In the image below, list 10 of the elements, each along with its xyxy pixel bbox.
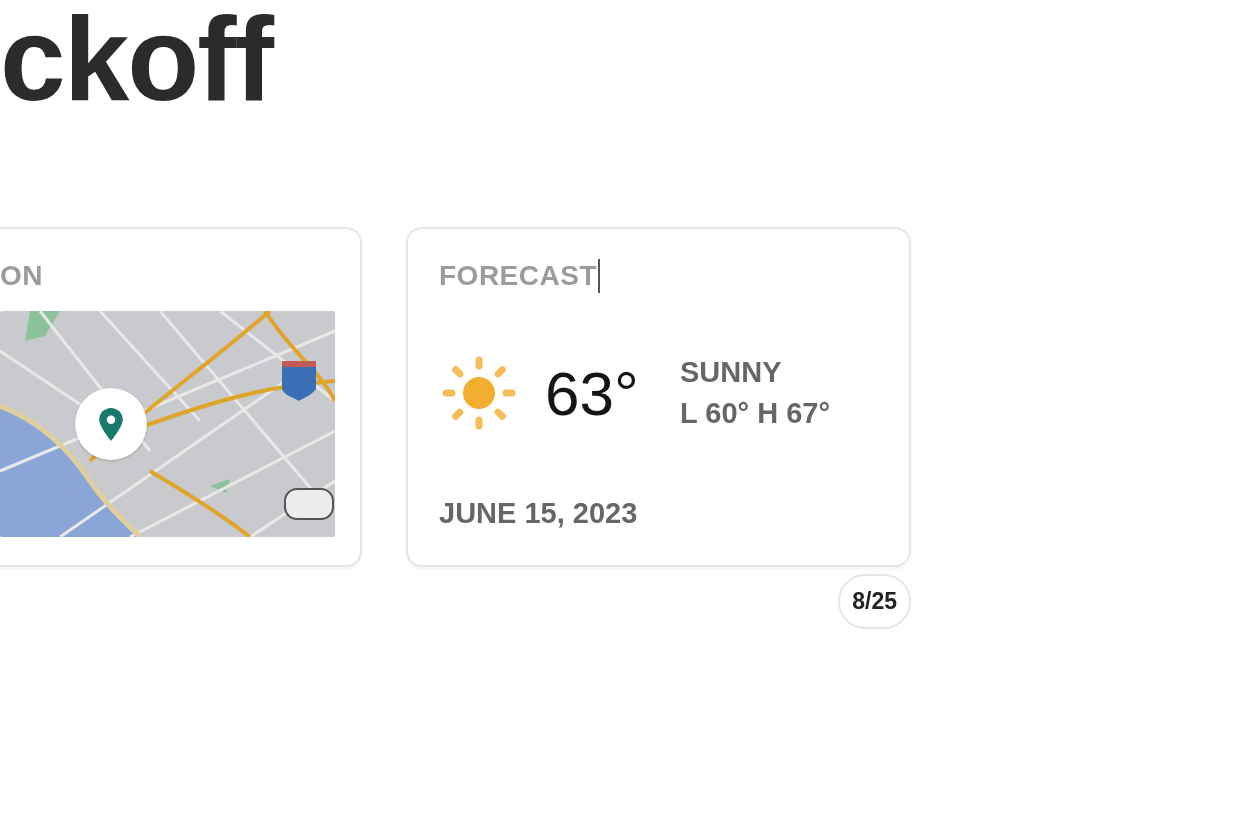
card-title: ON [0, 260, 43, 292]
temperature: 63° [545, 357, 640, 429]
forecast-date: JUNE 15, 2023 [439, 497, 639, 530]
sun-icon [441, 355, 517, 431]
page-counter: 8/25 [838, 574, 911, 629]
temperature-range: L 60° H 67° [680, 397, 830, 430]
weather-condition: SUNNY [680, 356, 783, 389]
card-title: FORECAST [439, 260, 597, 292]
location-pin-icon [99, 407, 123, 441]
page-heading: ckoff [0, 0, 272, 118]
